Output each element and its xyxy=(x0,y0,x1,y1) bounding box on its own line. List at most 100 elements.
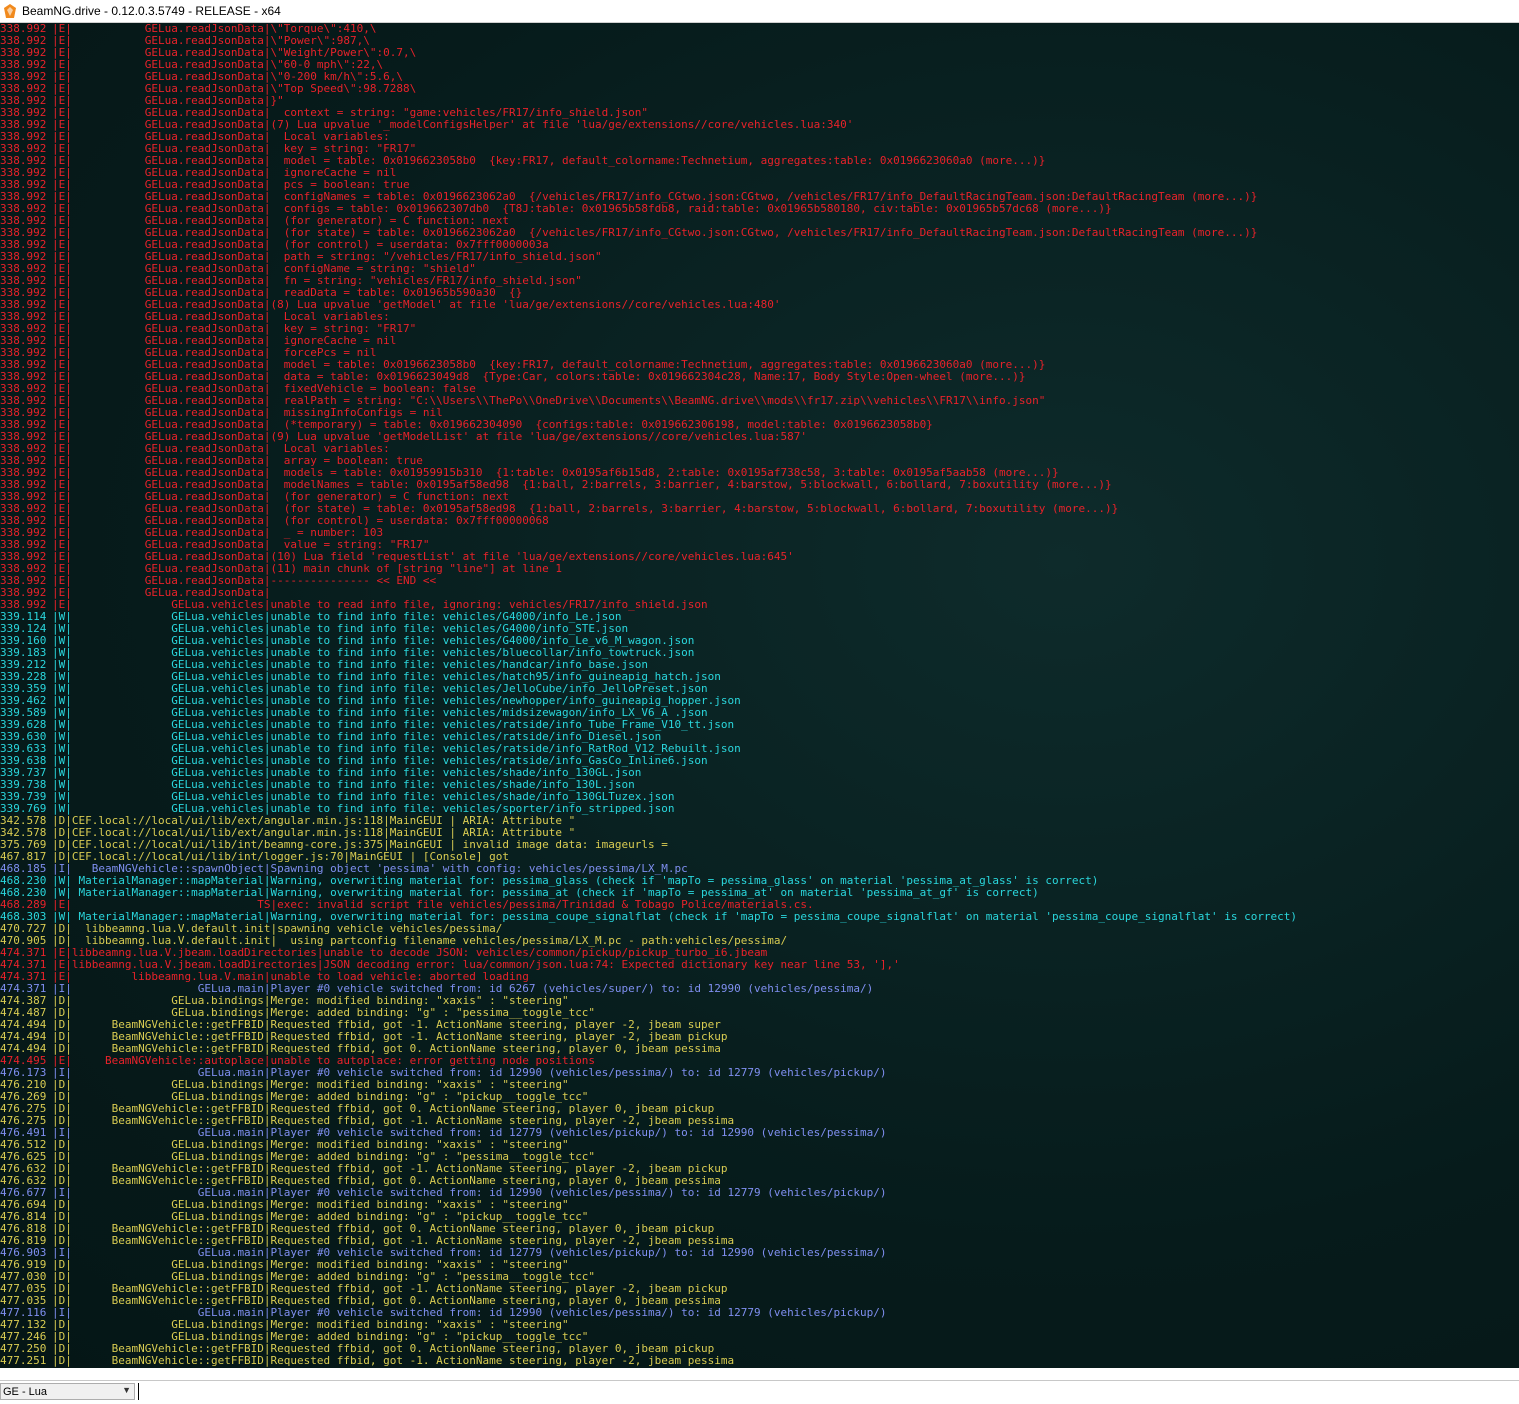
log-timestamp: 474.495 xyxy=(0,1055,47,1067)
log-line: 338.992 |E| GELua.readJsonData| data = ta… xyxy=(0,371,1519,383)
log-line: 339.359 |W| GELua.vehicles|unable to find… xyxy=(0,683,1519,695)
log-separator: | xyxy=(65,1103,72,1115)
log-separator: | xyxy=(52,95,59,107)
log-separator: | xyxy=(65,1091,72,1103)
log-line: 476.625 |D| GELua.bindings|Merge: added b… xyxy=(0,1151,1519,1163)
log-line: 474.495 |E| BeamNGVehicle::autoplace|unab… xyxy=(0,1055,1519,1067)
console-log-area[interactable]: 338.992 |E| GELua.readJsonData|\"Torque\"… xyxy=(0,23,1519,1368)
log-message: GELua.readJsonData|\"Weight/Power\":0.7,… xyxy=(71,47,417,59)
log-line: 338.992 |E| GELua.readJsonData|(11) main … xyxy=(0,563,1519,575)
log-message: GELua.vehicles|unable to find info file:… xyxy=(71,623,629,635)
log-separator: | xyxy=(52,263,59,275)
log-line: 338.992 |E| GELua.readJsonData| ignoreCac… xyxy=(0,335,1519,347)
log-timestamp: 339.638 xyxy=(0,755,47,767)
log-separator: | xyxy=(65,827,72,839)
log-separator: | xyxy=(65,47,72,59)
log-separator: | xyxy=(52,935,59,947)
log-message: CEF.local://local/ui/lib/ext/angular.min… xyxy=(71,827,576,839)
log-separator: | xyxy=(52,359,59,371)
log-separator: | xyxy=(65,371,72,383)
log-separator: | xyxy=(52,131,59,143)
log-timestamp: 338.992 xyxy=(0,407,47,419)
log-line: 468.230 |W| MaterialManager::mapMaterial|… xyxy=(0,887,1519,899)
log-separator: | xyxy=(52,575,59,587)
log-message: GELua.readJsonData| fn = string: "vehicl… xyxy=(71,275,582,287)
log-separator: | xyxy=(52,1199,59,1211)
command-input[interactable] xyxy=(138,1383,1514,1400)
log-separator: | xyxy=(65,779,72,791)
log-line: 338.992 |E| GELua.readJsonData| _ = numbe… xyxy=(0,527,1519,539)
log-message: GELua.main|Player #0 vehicle switched fr… xyxy=(71,1247,887,1259)
log-separator: | xyxy=(52,1355,59,1367)
log-message: GELua.readJsonData|--------------- << EN… xyxy=(71,575,437,587)
log-separator: | xyxy=(65,71,72,83)
log-line: 338.992 |E| GELua.readJsonData| (for stat… xyxy=(0,227,1519,239)
log-line: 338.992 |E| GELua.readJsonData|\"Torque\"… xyxy=(0,23,1519,35)
log-separator: | xyxy=(52,563,59,575)
log-line: 476.919 |D| GELua.bindings|Merge: modifie… xyxy=(0,1259,1519,1271)
log-separator: | xyxy=(52,287,59,299)
log-separator: | xyxy=(65,587,72,599)
log-timestamp: 468.185 xyxy=(0,863,47,875)
log-line: 339.462 |W| GELua.vehicles|unable to find… xyxy=(0,695,1519,707)
log-separator: | xyxy=(52,467,59,479)
log-line: 339.160 |W| GELua.vehicles|unable to find… xyxy=(0,635,1519,647)
log-timestamp: 338.992 xyxy=(0,215,47,227)
log-separator: | xyxy=(65,791,72,803)
log-line: 338.992 |E| GELua.readJsonData| (*tempora… xyxy=(0,419,1519,431)
log-separator: | xyxy=(65,203,72,215)
log-timestamp: 477.246 xyxy=(0,1331,47,1343)
log-line: 338.992 |E| GELua.readJsonData| value = s… xyxy=(0,539,1519,551)
log-message: BeamNGVehicle::getFFBID|Requested ffbid,… xyxy=(71,1115,735,1127)
log-timestamp: 338.992 xyxy=(0,167,47,179)
log-message: TS|exec: invalid script file vehicles/pe… xyxy=(71,899,814,911)
log-message: MaterialManager::mapMaterial|Warning, ov… xyxy=(71,911,1298,923)
log-separator: | xyxy=(65,1259,72,1271)
log-line: 339.183 |W| GELua.vehicles|unable to find… xyxy=(0,647,1519,659)
log-separator: | xyxy=(65,1055,72,1067)
log-timestamp: 338.992 xyxy=(0,551,47,563)
beamng-app-icon xyxy=(4,4,16,18)
log-timestamp: 474.371 xyxy=(0,959,47,971)
log-separator: | xyxy=(52,35,59,47)
log-separator: | xyxy=(65,1235,72,1247)
log-message: GELua.readJsonData| xyxy=(71,587,271,599)
log-separator: | xyxy=(65,1043,72,1055)
log-line: 338.992 |E| GELua.readJsonData|\"Power\":… xyxy=(0,35,1519,47)
log-line: 338.992 |E| GELua.readJsonData| context =… xyxy=(0,107,1519,119)
log-separator: | xyxy=(52,1175,59,1187)
log-separator: | xyxy=(52,743,59,755)
log-separator: | xyxy=(65,155,72,167)
log-separator: | xyxy=(65,719,72,731)
log-separator: | xyxy=(52,275,59,287)
log-separator: | xyxy=(52,551,59,563)
lua-context-select[interactable]: GE - Lua ▼ xyxy=(0,1383,135,1400)
log-line: 468.185 |I| BeamNGVehicle::spawnObject|Sp… xyxy=(0,863,1519,875)
log-separator: | xyxy=(52,1019,59,1031)
log-message: GELua.vehicles|unable to find info file:… xyxy=(71,707,708,719)
log-timestamp: 339.738 xyxy=(0,779,47,791)
log-message: GELua.vehicles|unable to find info file:… xyxy=(71,695,741,707)
log-separator: | xyxy=(65,1031,72,1043)
log-separator: | xyxy=(65,323,72,335)
log-message: GELua.main|Player #0 vehicle switched fr… xyxy=(71,983,874,995)
log-message: GELua.bindings|Merge: added binding: "g"… xyxy=(71,1271,596,1283)
log-line: 474.494 |D| BeamNGVehicle::getFFBID|Reque… xyxy=(0,1031,1519,1043)
log-line: 338.992 |E| GELua.readJsonData| key = str… xyxy=(0,143,1519,155)
log-message: GELua.readJsonData| Local variables: xyxy=(71,131,390,143)
log-separator: | xyxy=(52,719,59,731)
log-message: libbeamng.lua.V.jbeam.loadDirectories|un… xyxy=(71,947,768,959)
log-message: GELua.readJsonData| missingInfoConfigs =… xyxy=(71,407,443,419)
log-separator: | xyxy=(52,1091,59,1103)
log-timestamp: 474.371 xyxy=(0,983,47,995)
log-line: 470.727 |D| libbeamng.lua.V.default.init|… xyxy=(0,923,1519,935)
log-timestamp: 339.228 xyxy=(0,671,47,683)
log-message: GELua.readJsonData| ignoreCache = nil xyxy=(71,335,397,347)
log-message: BeamNGVehicle::getFFBID|Requested ffbid,… xyxy=(71,1355,735,1367)
log-separator: | xyxy=(52,299,59,311)
log-separator: | xyxy=(65,527,72,539)
log-message: GELua.bindings|Merge: modified binding: … xyxy=(71,1259,569,1271)
log-timestamp: 339.630 xyxy=(0,731,47,743)
log-message: BeamNGVehicle::getFFBID|Requested ffbid,… xyxy=(71,1103,715,1115)
log-message: CEF.local://local/ui/lib/int/logger.js:7… xyxy=(71,851,509,863)
